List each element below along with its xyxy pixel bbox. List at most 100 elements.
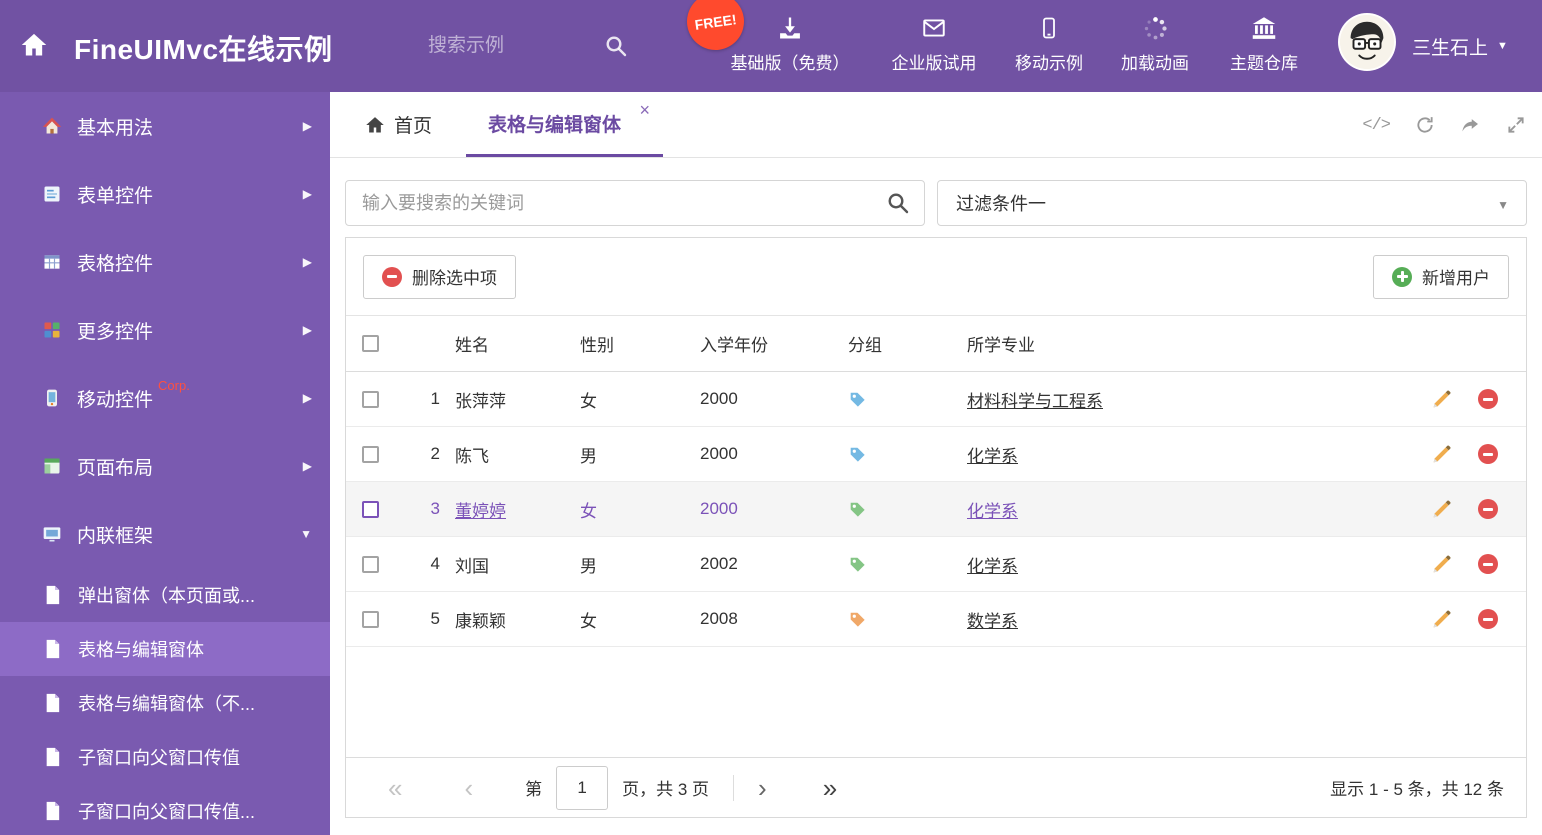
delete-icon[interactable] — [1478, 554, 1498, 574]
sidebar-item-more-controls[interactable]: 更多控件 ▶ — [0, 296, 330, 364]
mobile-icon — [1037, 13, 1061, 43]
cell-gender: 女 — [580, 501, 597, 521]
table-row[interactable]: 5 康颖颖 女 2008 数学系 — [346, 592, 1526, 647]
table-row[interactable]: 4 刘国 男 2002 化学系 — [346, 537, 1526, 592]
refresh-icon[interactable] — [1415, 115, 1435, 135]
row-checkbox[interactable] — [362, 555, 379, 573]
major-link[interactable]: 数学系 — [967, 607, 1018, 632]
row-number: 1 — [430, 389, 440, 408]
nav-enterprise-trial[interactable]: 企业版试用 — [875, 13, 993, 83]
edit-icon[interactable] — [1432, 389, 1452, 409]
edit-icon[interactable] — [1432, 444, 1452, 464]
chevron-right-icon: ▶ — [302, 187, 312, 201]
delete-icon[interactable] — [1478, 499, 1498, 519]
row-checkbox[interactable] — [362, 610, 379, 628]
bank-icon — [1250, 13, 1278, 43]
row-checkbox[interactable] — [362, 500, 379, 518]
page-number-input[interactable] — [556, 765, 609, 810]
delete-selected-button[interactable]: 删除选中项 — [363, 254, 516, 299]
major-link[interactable]: 化学系 — [967, 497, 1018, 522]
edit-icon[interactable] — [1432, 554, 1452, 574]
major-link[interactable]: 化学系 — [967, 552, 1018, 577]
sidebar-subitem-grid-edit-window[interactable]: 表格与编辑窗体 — [0, 622, 330, 676]
tag-icon — [848, 445, 866, 463]
page-prefix-label: 第 — [525, 780, 543, 799]
search-icon[interactable] — [886, 191, 910, 215]
nav-loading-animation[interactable]: 加载动画 — [1107, 13, 1203, 83]
edit-icon[interactable] — [1432, 609, 1452, 629]
sidebar-item-label: 内联框架 — [77, 525, 154, 547]
app-header: FineUIMvc在线示例 FREE! 基础版（免费） 企业版试用 移动示例 — [0, 0, 1542, 92]
select-all-checkbox[interactable] — [362, 335, 379, 352]
pager-last-icon[interactable]: » — [823, 775, 837, 801]
row-checkbox[interactable] — [362, 390, 379, 408]
tab-home[interactable]: 首页 — [365, 92, 432, 157]
filter-dropdown[interactable]: 过滤条件一 ▼ — [937, 180, 1527, 226]
delete-icon[interactable] — [1478, 389, 1498, 409]
chevron-right-icon: ▶ — [302, 459, 312, 473]
cell-name: 康颖颖 — [455, 611, 506, 631]
sidebar-item-form-controls[interactable]: 表单控件 ▶ — [0, 160, 330, 228]
user-menu[interactable]: 三生石上 ▼ — [1412, 0, 1508, 92]
column-header-major[interactable]: 所学专业 — [955, 331, 1404, 356]
cell-name: 陈飞 — [455, 446, 489, 466]
pager-first-icon[interactable]: « — [388, 775, 402, 801]
add-user-button[interactable]: 新增用户 — [1373, 254, 1509, 299]
cell-year: 2008 — [700, 609, 738, 628]
delete-icon[interactable] — [1478, 444, 1498, 464]
delete-icon[interactable] — [1478, 609, 1498, 629]
close-icon[interactable]: × — [640, 101, 651, 119]
pager-divider — [733, 774, 735, 801]
fullscreen-icon[interactable] — [1506, 115, 1526, 135]
sidebar-item-page-layout[interactable]: 页面布局 ▶ — [0, 432, 330, 500]
row-checkbox[interactable] — [362, 445, 379, 463]
download-icon — [776, 13, 804, 43]
pager-next-icon[interactable]: › — [758, 775, 767, 801]
edit-icon[interactable] — [1432, 499, 1452, 519]
cell-gender: 男 — [580, 446, 597, 466]
home-tab-icon — [365, 115, 385, 135]
major-link[interactable]: 材料科学与工程系 — [967, 387, 1103, 412]
tab-label: 表格与编辑窗体 — [488, 114, 622, 136]
row-number: 4 — [430, 554, 440, 573]
avatar[interactable] — [1338, 13, 1396, 71]
tab-grid-edit-window[interactable]: 表格与编辑窗体 × — [466, 92, 664, 157]
table-row-selected[interactable]: 3 董婷婷 女 2000 化学系 — [346, 482, 1526, 537]
table-row[interactable]: 1 张萍萍 女 2000 材料科学与工程系 — [346, 372, 1526, 427]
column-header-group[interactable]: 分组 — [840, 331, 955, 356]
username: 三生石上 — [1412, 37, 1489, 59]
nav-mobile-demo[interactable]: 移动示例 — [1001, 13, 1097, 83]
major-link[interactable]: 化学系 — [967, 442, 1018, 467]
sidebar-subitem-grid-edit-window-2[interactable]: 表格与编辑窗体（不... — [0, 676, 330, 730]
cell-year: 2000 — [700, 389, 738, 408]
forward-icon[interactable] — [1460, 115, 1481, 135]
sidebar-subitem-child-to-parent-2[interactable]: 子窗口向父窗口传值... — [0, 784, 330, 835]
cell-name: 刘国 — [455, 556, 489, 576]
search-icon[interactable] — [604, 34, 628, 58]
chevron-right-icon: ▶ — [302, 119, 312, 133]
caret-down-icon: ▼ — [1497, 198, 1509, 212]
sidebar-item-iframe[interactable]: 内联框架 ▼ — [0, 500, 330, 568]
table-row[interactable]: 2 陈飞 男 2000 化学系 — [346, 427, 1526, 482]
sidebar-item-grid-controls[interactable]: 表格控件 ▶ — [0, 228, 330, 296]
column-header-year[interactable]: 入学年份 — [690, 331, 840, 356]
column-header-name[interactable]: 姓名 — [440, 331, 570, 356]
home-icon[interactable] — [20, 31, 48, 59]
nav-label: 移动示例 — [1015, 54, 1083, 73]
code-icon[interactable]: </> — [1362, 116, 1391, 135]
header-search-input[interactable] — [428, 26, 588, 66]
cell-year: 2002 — [700, 554, 738, 573]
pager-prev-icon[interactable]: ‹ — [464, 775, 473, 801]
chevron-right-icon: ▶ — [302, 323, 312, 337]
column-header-gender[interactable]: 性别 — [570, 331, 690, 356]
sidebar-item-basic-usage[interactable]: 基本用法 ▶ — [0, 92, 330, 160]
sidebar-subitem-child-to-parent[interactable]: 子窗口向父窗口传值 — [0, 730, 330, 784]
keyword-search-input[interactable] — [345, 180, 925, 226]
sidebar-subitem-label: 子窗口向父窗口传值... — [78, 802, 256, 822]
row-number: 2 — [430, 444, 440, 463]
sidebar-item-mobile-controls[interactable]: 移动控件 Corp. ▶ — [0, 364, 330, 432]
grid-toolbar: 删除选中项 新增用户 — [346, 238, 1526, 316]
nav-theme-repo[interactable]: 主题仓库 — [1216, 13, 1312, 83]
plus-circle-icon — [1392, 266, 1412, 287]
sidebar-subitem-popup-window[interactable]: 弹出窗体（本页面或... — [0, 568, 330, 622]
